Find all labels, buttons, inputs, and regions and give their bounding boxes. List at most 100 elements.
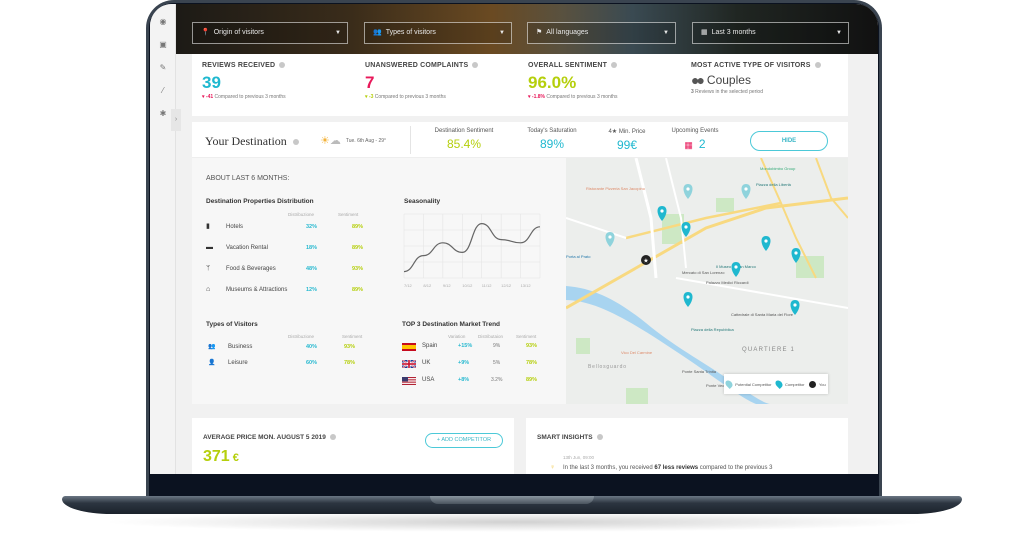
property-row-food-beverages: ᛘ Food & Beverages 48% 93% bbox=[206, 263, 376, 275]
weather-text: Tue. 6th Aug - 29° bbox=[345, 137, 387, 144]
kpi-title: OVERALL SENTIMENT bbox=[528, 62, 608, 69]
location-pin-icon: 📍 bbox=[201, 29, 210, 36]
visitor-row-leisure: 👤 Leisure 60% 78% bbox=[208, 357, 378, 369]
section-title: TOP 3 Destination Market Trend bbox=[402, 321, 501, 328]
average-price-panel: AVERAGE PRICE MON. AUGUST 5 2019 371 € + … bbox=[192, 418, 514, 474]
sidebar-toggle[interactable]: › bbox=[171, 109, 181, 131]
map-label: Palazzo Medici Riccardi bbox=[706, 280, 749, 285]
help-icon[interactable] bbox=[472, 62, 479, 69]
competitor-pin-dot bbox=[794, 251, 798, 255]
column-header: Distributaion bbox=[478, 334, 504, 339]
pin-icon bbox=[774, 379, 784, 389]
kpi-title: REVIEWS RECEIVED bbox=[202, 62, 276, 69]
uk-flag-icon bbox=[402, 360, 416, 368]
seasonality-title: Seasonality bbox=[404, 198, 441, 205]
x-tick-label: 8/12 bbox=[423, 283, 432, 288]
help-icon[interactable] bbox=[279, 62, 286, 69]
origin-filter[interactable]: 📍 Origin of visitors ▼ bbox=[192, 22, 348, 44]
stat-todays-saturation: Today's Saturation 89% bbox=[527, 128, 577, 151]
hide-button[interactable]: HIDE bbox=[750, 131, 828, 151]
kpi-unanswered-complaints: UNANSWERED COMPLAINTS 7 ▾ -3 Compared to… bbox=[365, 62, 479, 100]
property-row-vacation-rental: ▬ Vacation Rental 18% 89% bbox=[206, 242, 376, 254]
globe-icon[interactable]: ◉ bbox=[150, 10, 176, 33]
users-icon: 👥 bbox=[373, 29, 382, 36]
help-icon[interactable] bbox=[814, 62, 821, 69]
stat-min-price: 4★ Min. Price 99€ bbox=[608, 129, 646, 152]
competitor-pin-dot bbox=[686, 295, 690, 299]
hero-header: 📍 Origin of visitors ▼ 👥 Types of visitors ▼… bbox=[176, 4, 878, 54]
couple-icon: ●● bbox=[691, 72, 705, 88]
x-tick-label: 10/12 bbox=[462, 283, 473, 288]
average-price-value: 371 € bbox=[203, 448, 239, 465]
map-label: Mondobimbo Group bbox=[760, 166, 796, 171]
destination-header: Your Destination ☀☁ Tue. 6th Aug - 29° D… bbox=[192, 122, 848, 158]
visitor-type-filter-label: Types of visitors bbox=[385, 29, 436, 36]
language-filter[interactable]: ⚑ All languages ▼ bbox=[527, 22, 676, 44]
map-label: Ponte Santa Trinita bbox=[682, 369, 717, 374]
seasonality-chart: 7/12 8/12 9/12 10/12 11/12 12/12 13/12 bbox=[403, 213, 541, 288]
help-icon[interactable] bbox=[292, 139, 299, 146]
add-competitor-button[interactable]: + ADD COMPETITOR bbox=[425, 433, 503, 448]
kpi-delta: ▾ -1.8% bbox=[528, 94, 545, 100]
section-title: Types of Visitors bbox=[206, 321, 258, 328]
usa-flag-icon bbox=[402, 377, 416, 385]
destination-details: ABOUT LAST 6 MONTHS: Destination Propert… bbox=[192, 158, 566, 404]
help-icon[interactable] bbox=[596, 434, 603, 441]
map-canvas: QUARTIERE 1 Bellosguardo Mondobimbo Grou… bbox=[566, 158, 848, 404]
kpi-reviews-received: REVIEWS RECEIVED 39 ▾ -41 Compared to pr… bbox=[202, 62, 286, 100]
period-filter[interactable]: ▦ Last 3 months ▼ bbox=[692, 22, 849, 44]
stat-upcoming-events[interactable]: Upcoming Events ▦ 2 bbox=[662, 128, 728, 151]
partly-cloudy-icon: ☀☁ bbox=[320, 135, 341, 147]
destination-panel: Your Destination ☀☁ Tue. 6th Aug - 29° D… bbox=[192, 122, 848, 404]
map-label: Vico Del Carmine bbox=[621, 350, 653, 355]
column-header: Sentiment bbox=[516, 334, 537, 339]
store-icon: ▬ bbox=[206, 244, 213, 251]
section-title: Destination Properties Distribution bbox=[206, 198, 314, 205]
kpi-value: 39 bbox=[202, 73, 221, 92]
competitor-pin-dot bbox=[793, 303, 797, 307]
visitor-type-filter[interactable]: 👥 Types of visitors ▼ bbox=[364, 22, 512, 44]
laptop-shadow bbox=[100, 512, 930, 532]
map-label: Porta al Prato bbox=[566, 254, 591, 259]
x-tick-label: 13/12 bbox=[521, 283, 532, 288]
map-label: Bellosguardo bbox=[588, 364, 627, 370]
stat-destination-sentiment: Destination Sentiment 85.4% bbox=[434, 128, 494, 151]
user-icon: 👤 bbox=[208, 360, 216, 366]
column-header: Distribuzione bbox=[288, 334, 315, 339]
spain-flag-icon bbox=[402, 343, 416, 351]
map-label: Ristorante Pizzeria San Jacopino bbox=[586, 186, 646, 191]
cutlery-icon: ᛘ bbox=[206, 265, 211, 272]
kpi-count: 3 bbox=[691, 89, 694, 95]
insight-timestamp: 13th Jun, 09:00 bbox=[563, 455, 595, 460]
laptop-notch bbox=[430, 496, 594, 504]
map-label: Mercato di San Lorenzo bbox=[682, 270, 725, 275]
competitor-pin-dot bbox=[660, 209, 664, 213]
x-tick-label: 7/12 bbox=[404, 283, 413, 288]
kpi-most-active-visitors: MOST ACTIVE TYPE OF VISITORS ●● Couples … bbox=[691, 62, 821, 95]
paperclip-icon[interactable]: ✎ bbox=[150, 56, 176, 79]
kpi-delta: ▾ -41 bbox=[202, 94, 214, 100]
insight-text: In the last 3 months, you received 67 le… bbox=[563, 465, 773, 471]
sidebar: ◉ ▣ ✎ ⁄ ✱ bbox=[150, 4, 176, 474]
chevron-down-icon: ▼ bbox=[663, 30, 669, 36]
kpi-row: REVIEWS RECEIVED 39 ▾ -41 Compared to pr… bbox=[192, 54, 848, 116]
flag-icon: ⚑ bbox=[536, 29, 543, 36]
kpi-subtitle: Compared to previous 3 months bbox=[214, 94, 286, 100]
wand-icon[interactable]: ⁄ bbox=[150, 79, 176, 102]
star-pin-icon bbox=[808, 380, 816, 388]
market-row-usa: USA +8% 3.2% 89% bbox=[402, 374, 552, 386]
help-icon[interactable] bbox=[611, 62, 618, 69]
help-icon[interactable] bbox=[329, 434, 336, 441]
market-row-spain: Spain +15% 9% 93% bbox=[402, 340, 552, 352]
destination-map[interactable]: QUARTIERE 1 Bellosguardo Mondobimbo Grou… bbox=[566, 158, 848, 404]
legend-competitor: Competitor bbox=[774, 379, 805, 389]
map-label: Cattedrale di Santa Maria del Fiore bbox=[731, 312, 794, 317]
competitor-pin-dot bbox=[734, 265, 738, 269]
smart-insights-title: SMART INSIGHTS bbox=[537, 434, 593, 441]
potential-competitor-pin-dot bbox=[608, 235, 612, 239]
calendar-icon[interactable]: ▣ bbox=[150, 33, 176, 56]
kpi-value: Couples bbox=[706, 73, 751, 87]
about-heading: ABOUT LAST 6 MONTHS: bbox=[206, 175, 290, 182]
x-tick-label: 9/12 bbox=[443, 283, 452, 288]
kpi-delta: ▾ -3 bbox=[365, 94, 374, 100]
